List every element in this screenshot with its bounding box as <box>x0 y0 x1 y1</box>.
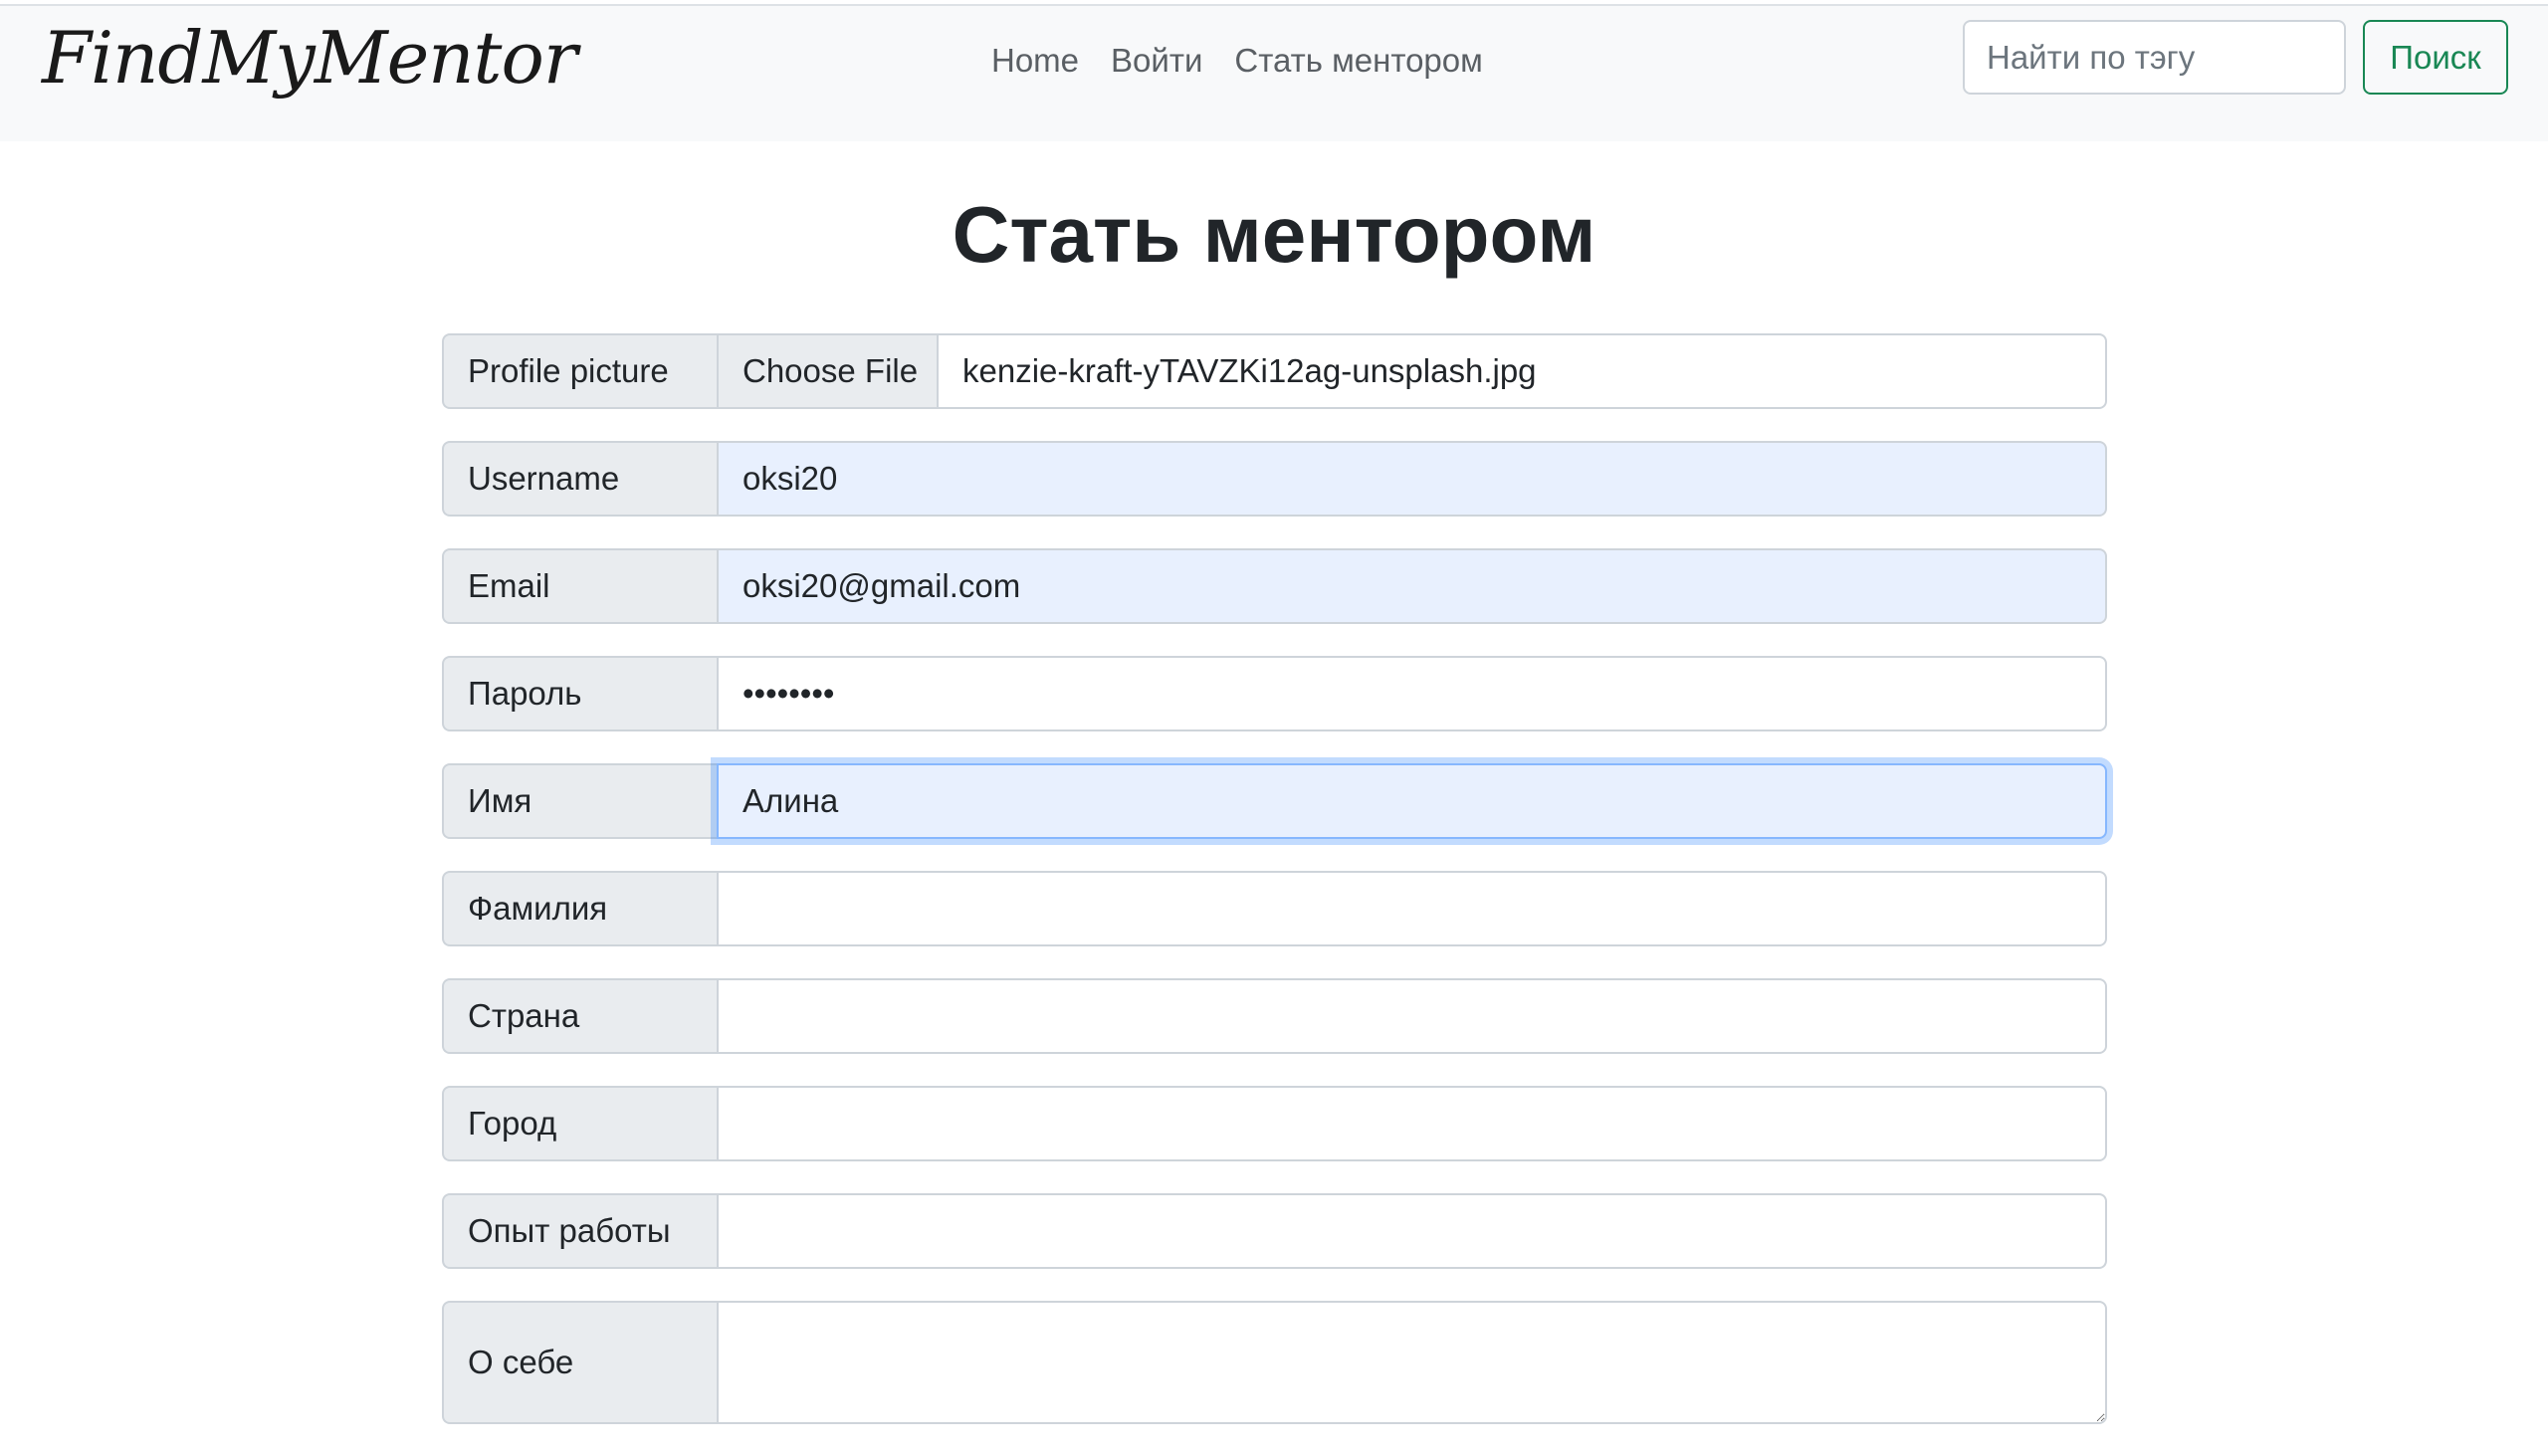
email-row: Email <box>442 548 2107 624</box>
about-row: О себе <box>442 1301 2107 1424</box>
experience-label: Опыт работы <box>442 1193 717 1269</box>
password-row: Пароль <box>442 656 2107 731</box>
first-name-label: Имя <box>442 763 717 839</box>
about-textarea[interactable] <box>717 1301 2107 1424</box>
brand-logo[interactable]: FindMyMentor <box>42 16 577 100</box>
nav-link-home[interactable]: Home <box>991 42 1079 80</box>
first-name-row: Имя <box>442 763 2107 839</box>
country-label: Страна <box>442 978 717 1054</box>
mentor-signup-form: Profile picture Choose File kenzie-kraft… <box>442 333 2107 1456</box>
nav-links: Home Войти Стать ментором <box>991 42 1483 80</box>
profile-picture-row: Profile picture Choose File kenzie-kraft… <box>442 333 2107 409</box>
tag-search-input[interactable] <box>1963 20 2346 95</box>
username-input[interactable] <box>717 441 2107 517</box>
country-row: Страна <box>442 978 2107 1054</box>
page-title: Стать ментором <box>952 190 1596 279</box>
nav-link-login[interactable]: Войти <box>1111 42 1202 80</box>
profile-picture-label: Profile picture <box>442 333 717 409</box>
city-input[interactable] <box>717 1086 2107 1161</box>
password-input[interactable] <box>717 656 2107 731</box>
first-name-input[interactable] <box>717 763 2107 839</box>
nav-link-become-mentor[interactable]: Стать ментором <box>1234 42 1482 80</box>
choose-file-button[interactable]: Choose File <box>717 333 937 409</box>
search-button[interactable]: Поиск <box>2363 20 2508 95</box>
city-label: Город <box>442 1086 717 1161</box>
last-name-row: Фамилия <box>442 871 2107 946</box>
email-label: Email <box>442 548 717 624</box>
password-label: Пароль <box>442 656 717 731</box>
email-input[interactable] <box>717 548 2107 624</box>
username-label: Username <box>442 441 717 517</box>
country-input[interactable] <box>717 978 2107 1054</box>
about-label: О себе <box>442 1301 717 1424</box>
selected-file-name: kenzie-kraft-yTAVZKi12ag-unsplash.jpg <box>937 333 2107 409</box>
navbar: FindMyMentor Home Войти Стать ментором П… <box>0 4 2548 141</box>
username-row: Username <box>442 441 2107 517</box>
city-row: Город <box>442 1086 2107 1161</box>
experience-row: Опыт работы <box>442 1193 2107 1269</box>
last-name-input[interactable] <box>717 871 2107 946</box>
experience-input[interactable] <box>717 1193 2107 1269</box>
last-name-label: Фамилия <box>442 871 717 946</box>
